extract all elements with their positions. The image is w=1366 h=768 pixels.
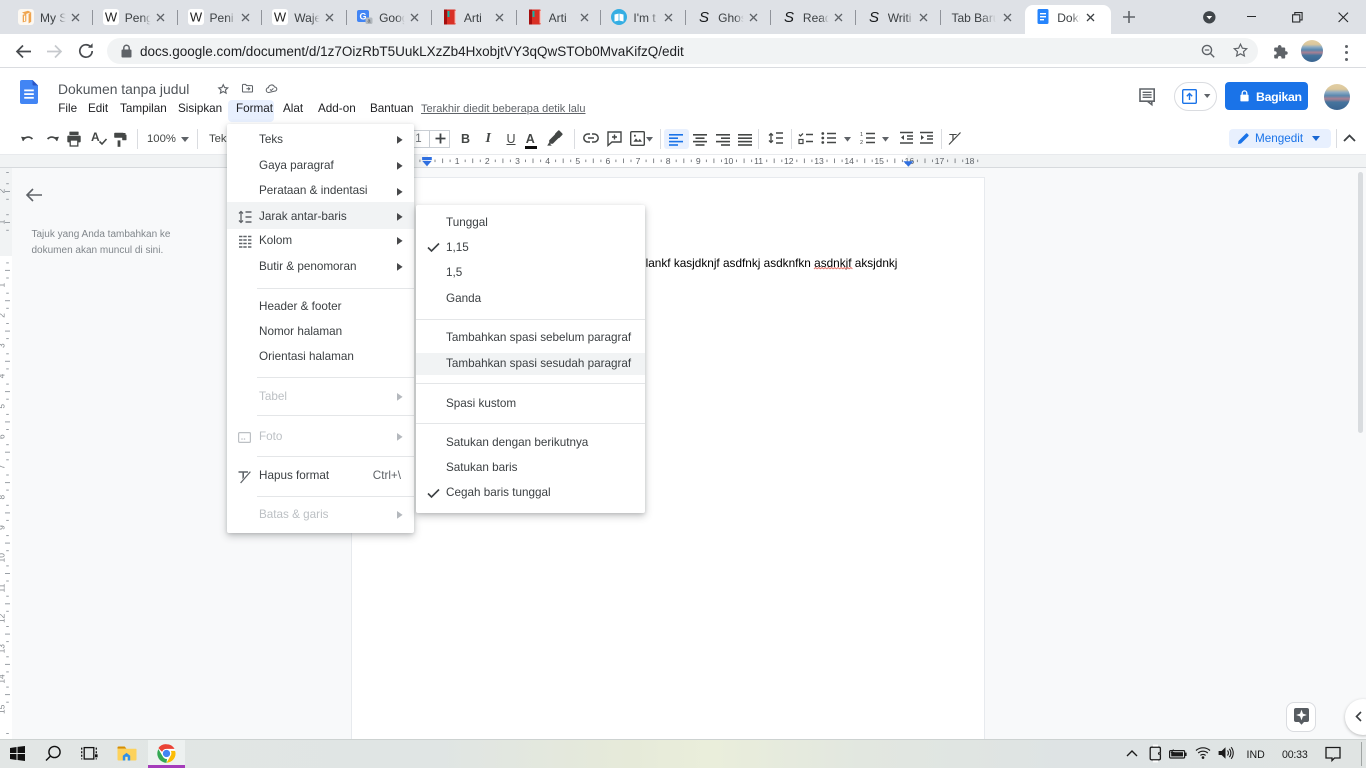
svg-text:3: 3 xyxy=(515,156,520,166)
svg-text:15: 15 xyxy=(0,704,7,714)
svg-text:10: 10 xyxy=(724,156,734,166)
svg-text:4: 4 xyxy=(545,156,550,166)
svg-text:17: 17 xyxy=(935,156,945,166)
svg-text:2: 2 xyxy=(485,156,490,166)
svg-text:12: 12 xyxy=(784,156,794,166)
svg-text:8: 8 xyxy=(666,156,671,166)
svg-text:11: 11 xyxy=(754,156,763,166)
svg-text:6: 6 xyxy=(606,156,611,166)
svg-text:7: 7 xyxy=(636,156,641,166)
svg-text:15: 15 xyxy=(874,156,884,166)
svg-text:12: 12 xyxy=(0,613,7,623)
svg-text:6: 6 xyxy=(0,434,7,439)
svg-text:1: 1 xyxy=(0,282,7,287)
svg-text:9: 9 xyxy=(0,525,7,530)
svg-text:5: 5 xyxy=(575,156,580,166)
svg-text:8: 8 xyxy=(0,495,7,500)
svg-text:10: 10 xyxy=(0,553,7,563)
svg-text:11: 11 xyxy=(0,583,7,592)
svg-text:1: 1 xyxy=(455,156,460,166)
svg-text:9: 9 xyxy=(696,156,701,166)
svg-text:1: 1 xyxy=(0,219,7,224)
svg-text:2: 2 xyxy=(0,188,7,193)
svg-text:3: 3 xyxy=(0,343,7,348)
svg-text:18: 18 xyxy=(965,156,975,166)
svg-text:13: 13 xyxy=(0,644,7,654)
svg-text:14: 14 xyxy=(0,674,7,684)
svg-text:4: 4 xyxy=(0,373,7,378)
svg-text:2: 2 xyxy=(0,313,7,318)
svg-text:5: 5 xyxy=(0,404,7,409)
